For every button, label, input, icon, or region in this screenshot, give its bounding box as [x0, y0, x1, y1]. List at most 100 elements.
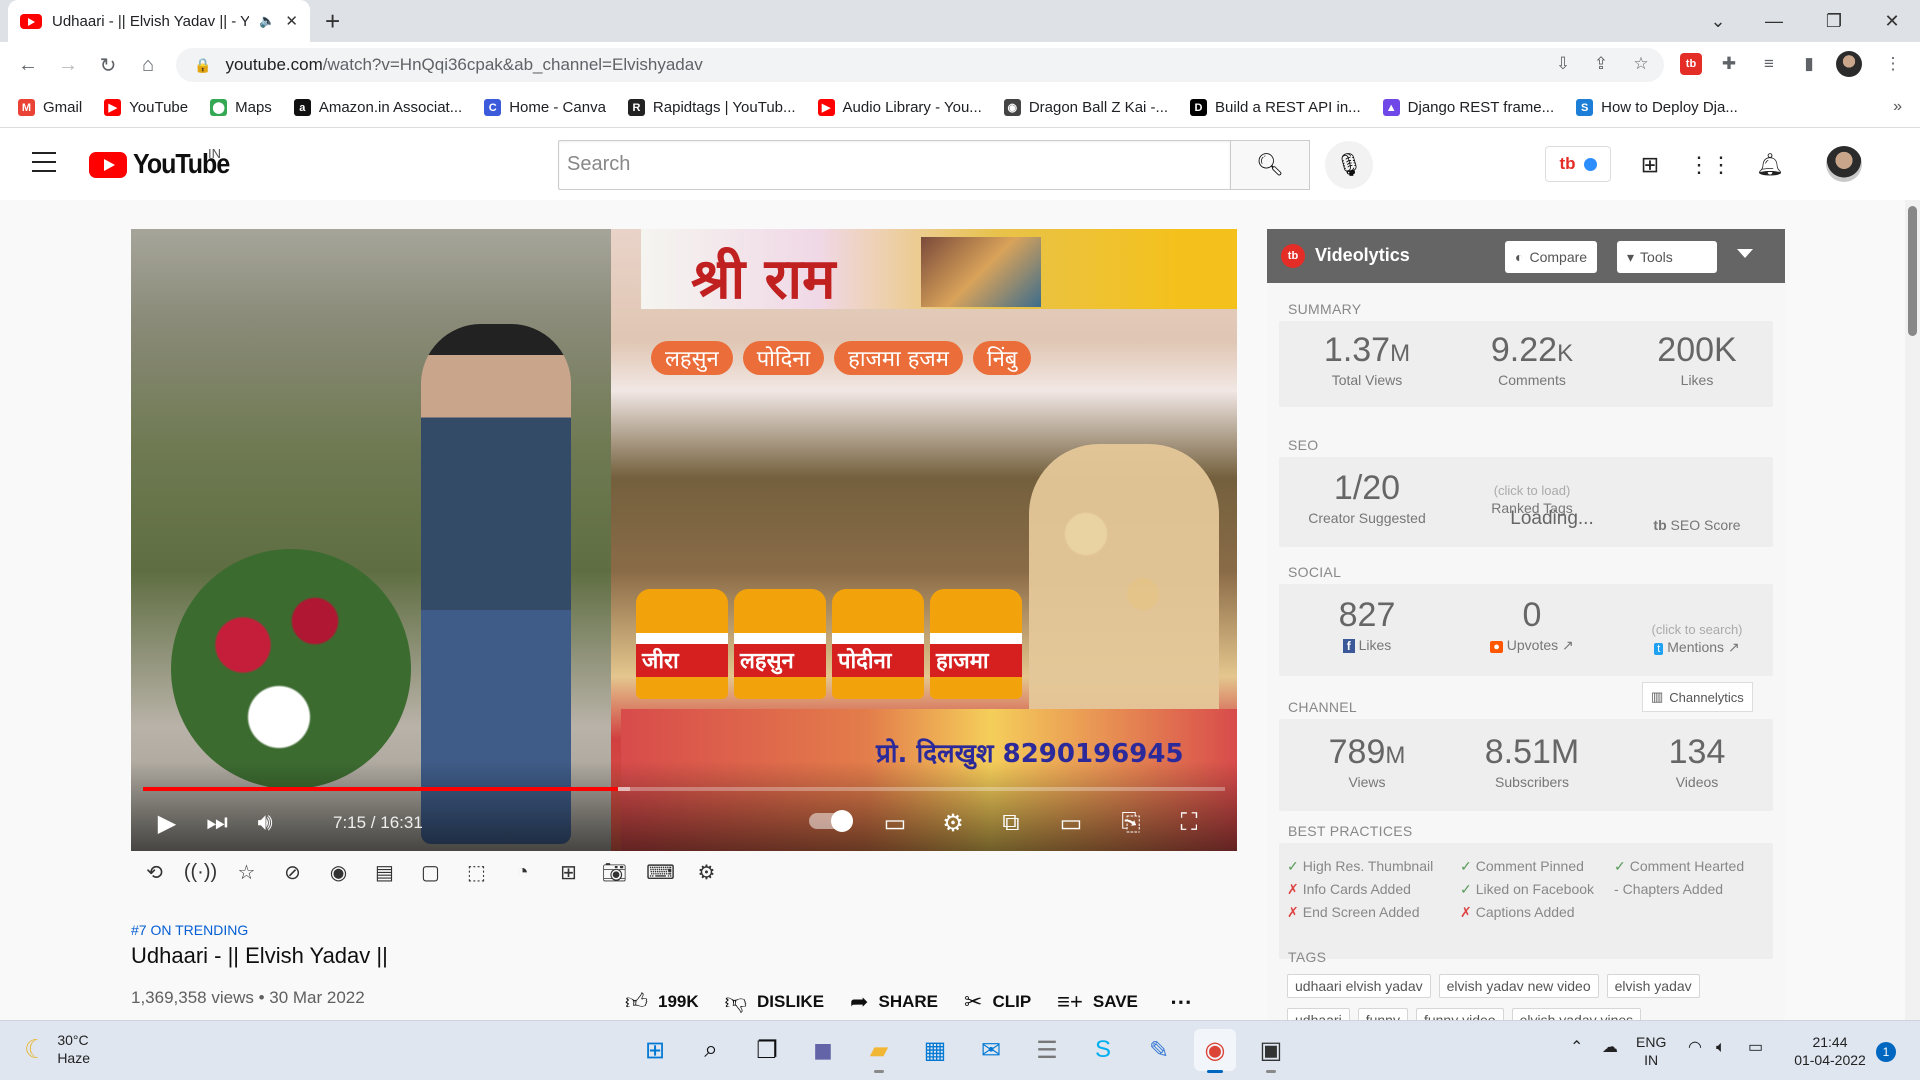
fullscreen-icon[interactable]: ⛶	[1171, 805, 1207, 841]
more-bookmarks-icon[interactable]: »	[1893, 98, 1902, 116]
database-icon[interactable]: ☰	[1026, 1029, 1068, 1071]
settings-icon[interactable]: ⚙	[691, 858, 722, 886]
mute-icon[interactable]: 🔈	[259, 13, 275, 29]
search-button[interactable]: 🔍︎	[1231, 140, 1310, 190]
task-view-icon[interactable]: ❐	[746, 1029, 788, 1071]
voice-search-button[interactable]: 🎙︎	[1325, 141, 1373, 189]
bookmark-item[interactable]: S How to Deploy Dja...	[1576, 99, 1738, 116]
broadcast-icon[interactable]: ((·))	[184, 858, 217, 886]
browser-menu-icon[interactable]: ⋮	[1880, 51, 1906, 77]
compare-button[interactable]: ◐ Compare	[1505, 241, 1598, 273]
side-panel-icon[interactable]: ▮	[1796, 51, 1822, 77]
share-page-icon[interactable]: ⇪	[1588, 51, 1614, 77]
tubebuddy-button[interactable]: tb	[1545, 146, 1611, 182]
screenshot-camera-icon[interactable]: 📷︎	[599, 858, 630, 886]
page-scrollbar[interactable]	[1905, 200, 1920, 1020]
terminal-icon[interactable]: ▣	[1250, 1029, 1292, 1073]
settings-gear-icon[interactable]: ⚙	[935, 805, 971, 841]
upvotes-label[interactable]: Upvotes	[1507, 637, 1558, 653]
ranked-tags-stat[interactable]: (click to load) Ranked Tags Loading...	[1452, 483, 1612, 530]
tag-chip[interactable]: udhaari elvish yadav	[1287, 974, 1431, 998]
tab-search-button[interactable]: ⌄	[1690, 0, 1746, 42]
loop-icon[interactable]: ⟲	[139, 858, 170, 886]
minimize-button[interactable]: —	[1746, 0, 1802, 42]
tubebuddy-extension-icon[interactable]: tb	[1680, 53, 1702, 75]
create-video-icon[interactable]: ⊞	[1634, 149, 1666, 181]
crop-icon[interactable]: ⬚	[461, 858, 492, 886]
media-queue-icon[interactable]: ≡	[1756, 51, 1782, 77]
youtube-logo[interactable]: YouTube IN	[89, 146, 230, 179]
seo-score-stat[interactable]: tb SEO Score	[1617, 515, 1777, 533]
chrome-icon[interactable]: ◉	[1194, 1029, 1236, 1073]
profile-avatar[interactable]	[1836, 51, 1862, 77]
save-button[interactable]: ≡+ SAVE	[1057, 989, 1138, 1015]
scrollbar-thumb[interactable]	[1908, 206, 1917, 336]
bookmark-item[interactable]: a Amazon.in Associat...	[293, 99, 462, 116]
install-icon[interactable]: ⇩	[1550, 51, 1576, 77]
like-button[interactable]: 👍︎ 199K	[625, 988, 699, 1015]
keyboard-icon[interactable]: ⌨	[645, 858, 676, 886]
notepad-icon[interactable]: ✎	[1138, 1029, 1180, 1071]
menu-icon[interactable]	[32, 152, 56, 172]
wifi-icon[interactable]: ◠	[1688, 1039, 1702, 1057]
video-player[interactable]: श्री राम लहसुन पोदिना हाजमा हजम निंबु जी…	[131, 229, 1237, 851]
language-indicator[interactable]: ENG IN	[1636, 1033, 1666, 1069]
speed-icon[interactable]: ◔	[507, 858, 538, 886]
account-avatar[interactable]	[1826, 146, 1862, 182]
bookmark-item[interactable]: M Gmail	[18, 99, 82, 116]
teams-chat-icon[interactable]: ◼	[802, 1029, 844, 1071]
bookmark-item[interactable]: C Home - Canva	[484, 99, 606, 116]
cinema-icon[interactable]: ▤	[369, 858, 400, 886]
autoplay-toggle[interactable]	[809, 810, 853, 832]
tag-chip[interactable]: funny	[1357, 1008, 1408, 1020]
dislike-button[interactable]: 👎︎ DISLIKE	[725, 988, 824, 1015]
search-input[interactable]: Search	[558, 140, 1231, 190]
battery-icon[interactable]: ▭	[1748, 1039, 1763, 1057]
tools-button[interactable]: ▾ Tools	[1617, 241, 1717, 273]
bookmark-item[interactable]: ▶ Audio Library - You...	[817, 99, 982, 116]
subtitles-icon[interactable]: ▭	[877, 805, 913, 841]
theater-mode-icon[interactable]: ▭	[1053, 805, 1089, 841]
channelytics-button[interactable]: ▥ Channelytics	[1642, 682, 1753, 712]
tag-chip[interactable]: elvish yadav	[1606, 974, 1700, 998]
play-icon[interactable]: ▶	[149, 805, 185, 841]
bookmark-item[interactable]: D Build a REST API in...	[1190, 99, 1361, 116]
weather-widget[interactable]: ☾ 30°C Haze	[24, 1031, 90, 1067]
tag-chip[interactable]: elvish yadav vines	[1511, 1008, 1642, 1020]
speaker-icon[interactable]: 🔈︎	[1716, 1039, 1726, 1057]
camera-view-icon[interactable]: ◉	[323, 858, 354, 886]
progress-bar[interactable]	[143, 787, 1225, 791]
tag-chip[interactable]: elvish yadav new video	[1438, 974, 1599, 998]
bookmark-star-icon[interactable]: ☆	[1628, 51, 1654, 77]
store-icon[interactable]: ▦	[914, 1029, 956, 1071]
clock[interactable]: 21:44 01-04-2022	[1790, 1033, 1870, 1069]
close-window-button[interactable]: ✕	[1864, 0, 1920, 42]
home-icon[interactable]: ⌂	[134, 51, 162, 79]
address-bar[interactable]: 🔒 youtube.com/watch?v=HnQqi36cpak&ab_cha…	[176, 48, 1664, 82]
next-icon[interactable]: ⏭	[199, 805, 235, 841]
onedrive-icon[interactable]: ☁	[1602, 1039, 1618, 1057]
more-actions-icon[interactable]: ⋯	[1170, 989, 1192, 1015]
bookmark-item[interactable]: ▲ Django REST frame...	[1382, 99, 1554, 116]
skype-icon[interactable]: S	[1082, 1029, 1124, 1071]
tag-chip[interactable]: funny video	[1415, 1008, 1504, 1020]
tag-chip[interactable]: udhaari	[1287, 1008, 1350, 1020]
mail-icon[interactable]: ✉	[970, 1029, 1012, 1071]
bookmark-item[interactable]: ▶ YouTube	[104, 99, 188, 116]
cast-icon[interactable]: ⎘	[1113, 805, 1149, 841]
collapse-caret-icon[interactable]	[1737, 249, 1753, 258]
bookmark-item[interactable]: ◉ Dragon Ball Z Kai -...	[1003, 99, 1168, 116]
star-icon[interactable]: ☆	[231, 858, 262, 886]
notifications-bell-icon[interactable]: 🔔︎	[1754, 149, 1786, 181]
search-icon[interactable]: ⌕	[690, 1029, 732, 1071]
trending-badge[interactable]: #7 ON TRENDING	[131, 922, 248, 938]
restore-button[interactable]: ❐	[1806, 0, 1862, 42]
start-icon[interactable]: ⊞	[634, 1029, 676, 1071]
apps-grid-icon[interactable]: ⋮⋮	[1688, 149, 1732, 181]
bookmark-item[interactable]: R Rapidtags | YouTub...	[627, 99, 796, 116]
clip-button[interactable]: ✂ CLIP	[964, 989, 1031, 1015]
lock-icon[interactable]: 🔒	[194, 57, 211, 74]
volume-icon[interactable]: 🔊︎	[247, 805, 283, 841]
notification-badge[interactable]: 1	[1876, 1042, 1896, 1062]
add-frame-icon[interactable]: ⊞	[553, 858, 584, 886]
